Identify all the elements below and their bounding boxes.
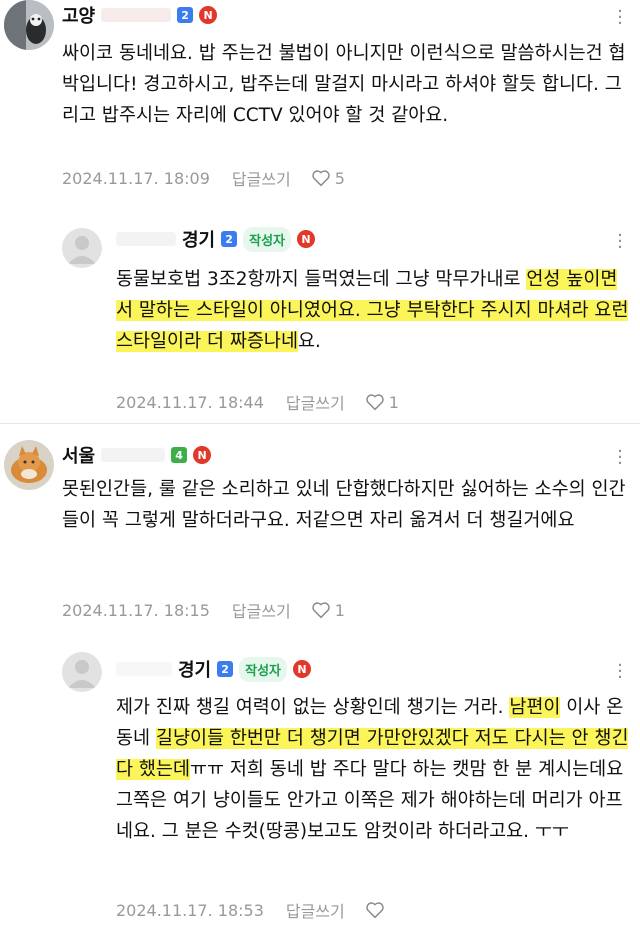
more-options-icon[interactable]: · · · — [610, 657, 630, 687]
comment-item: 고양 2 N · · · 싸이코 동네네요. 밥 주는건 불법이 아니지만 이런식으… — [0, 0, 640, 212]
text-segment: 제가 진짜 챙길 여력이 없는 상황인데 챙기는 거라. — [116, 697, 510, 718]
comment-date: 2024.11.17. 18:15 — [62, 600, 210, 620]
new-badge-icon: N — [293, 660, 312, 678]
author-name[interactable]: 서울 — [62, 442, 95, 468]
comment-item: 서울 4 N · · · 못된인간들, 룰 같은 소리하고 있네 단합했다하지만 싫… — [0, 424, 640, 636]
reply-button[interactable]: 답글쓰기 — [286, 898, 345, 922]
comment-date: 2024.11.17. 18:09 — [62, 168, 210, 188]
text-segment: 동물보호법 3조2항까지 들먹였는데 그냥 막무가내로 — [116, 269, 527, 290]
blurred-name — [116, 232, 176, 246]
reply-item: 경기 2 작성자 N · · · 동물보호법 3조2항까지 들먹였는데 그냥 막무가… — [0, 212, 640, 424]
comment-date: 2024.11.17. 18:44 — [116, 392, 264, 412]
like-button[interactable]: 1 — [365, 393, 399, 412]
more-options-icon[interactable]: · · · — [610, 443, 630, 473]
heart-icon — [366, 394, 384, 411]
avatar[interactable] — [4, 0, 54, 50]
author-name[interactable]: 경기 — [178, 656, 211, 682]
more-options-icon[interactable]: · · · — [610, 3, 630, 33]
comment-date: 2024.11.17. 18:53 — [116, 900, 264, 920]
new-badge-icon: N — [193, 446, 212, 464]
author-badge: 작성자 — [239, 656, 288, 682]
text-segment: ㅠㅠ 저희 동네 밥 주다 말다 하는 캣맘 한 분 계시는데요 그쪽은 여기 … — [116, 759, 624, 842]
text-segment: 요. — [297, 331, 321, 352]
heart-icon — [366, 902, 384, 919]
blurred-name — [101, 8, 172, 22]
author-name[interactable]: 고양 — [62, 2, 95, 28]
highlighted-text: 남편이 — [509, 697, 561, 718]
reply-button[interactable]: 답글쓰기 — [232, 166, 291, 190]
avatar[interactable] — [4, 440, 54, 490]
like-count: 1 — [334, 600, 345, 620]
avatar[interactable] — [62, 228, 102, 268]
avatar[interactable] — [62, 652, 102, 692]
new-badge-icon: N — [297, 230, 316, 248]
reply-button[interactable]: 답글쓰기 — [286, 390, 345, 414]
comment-text: 제가 진짜 챙길 여력이 없는 상황인데 챙기는 거라. 남편이 이사 온 동네… — [116, 692, 632, 847]
comment-text: 동물보호법 3조2항까지 들먹였는데 그냥 막무가내로 언성 높이면서 말하는 … — [116, 264, 632, 357]
like-button[interactable] — [365, 901, 389, 919]
like-button[interactable]: 5 — [311, 169, 345, 188]
level-badge: 2 — [177, 7, 194, 23]
heart-icon — [312, 170, 330, 187]
blurred-name — [101, 448, 166, 462]
more-options-icon[interactable]: · · · — [610, 227, 630, 257]
like-button[interactable]: 1 — [311, 601, 345, 620]
like-count: 1 — [388, 392, 399, 412]
blurred-name — [116, 662, 172, 676]
new-badge-icon: N — [199, 6, 218, 24]
comment-text: 못된인간들, 룰 같은 소리하고 있네 단합했다하지만 싫어하는 소수의 인간들… — [62, 479, 626, 531]
comment-text: 싸이코 동네네요. 밥 주는건 불법이 아니지만 이런식으로 말씀하시는건 협박… — [62, 43, 626, 126]
level-badge: 2 — [217, 661, 234, 677]
level-badge: 4 — [171, 447, 188, 463]
reply-button[interactable]: 답글쓰기 — [232, 598, 291, 622]
like-count: 5 — [334, 168, 345, 188]
level-badge: 2 — [221, 231, 238, 247]
heart-icon — [312, 602, 330, 619]
author-name[interactable]: 경기 — [182, 226, 215, 252]
reply-item: 경기 2 작성자 N · · · 제가 진짜 챙길 여력이 없는 상황인데 챙기는 … — [0, 636, 640, 928]
author-badge: 작성자 — [243, 226, 292, 252]
